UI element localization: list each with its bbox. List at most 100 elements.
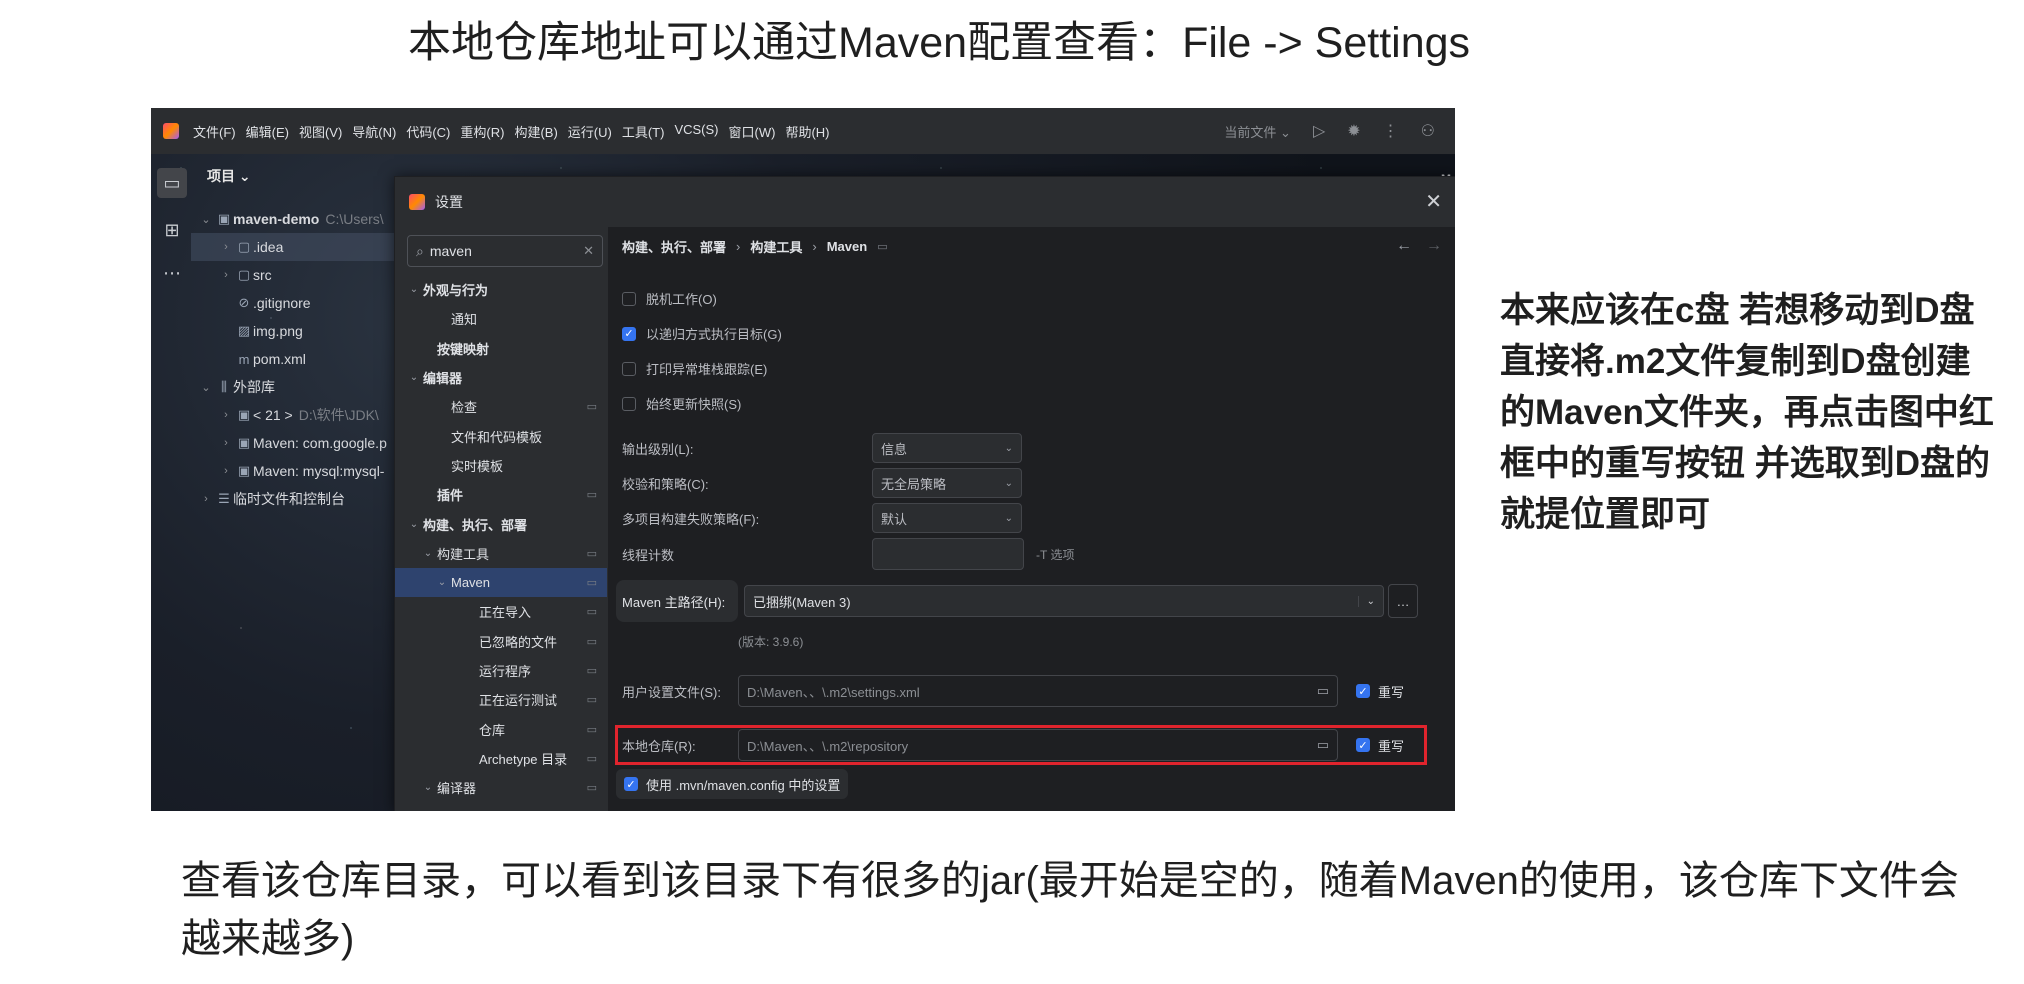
tree-item-path: D:\软件\JDK\ xyxy=(298,407,379,423)
chevron-right-icon[interactable]: › xyxy=(217,465,235,477)
settings-nav-item[interactable]: ⌄ 外观与行为 xyxy=(395,275,607,304)
chevron-right-icon[interactable]: › xyxy=(217,241,235,253)
settings-nav-item[interactable]: ⌄ 构建工具 ▭ xyxy=(395,539,607,568)
chevron-right-icon[interactable]: › xyxy=(217,269,235,281)
clear-search-icon[interactable]: ✕ xyxy=(583,243,594,259)
chevron-right-icon[interactable]: › xyxy=(217,409,235,421)
settings-nav-item[interactable]: ⌄ 编译器 ▭ xyxy=(395,773,607,802)
settings-nav-item[interactable]: ⌄ 构建、执行、部署 xyxy=(395,509,607,538)
forward-arrow-icon[interactable]: → xyxy=(1426,237,1442,255)
settings-sidebar: ⌕ maven ✕ ⌄ 外观与行为 通知 按键映射 ⌄ 编辑器 检查 ▭ 文件和代码模板 实时模板… xyxy=(395,227,607,811)
user-settings-path-input[interactable]: D:\Maven、、\.m2\settings.xml ▭ xyxy=(738,675,1338,707)
library-icon: ⫼ xyxy=(221,379,227,394)
project-scope-icon: ▭ xyxy=(586,606,597,619)
menu-item[interactable]: 构建(B) xyxy=(514,122,557,141)
menu-item[interactable]: 代码(C) xyxy=(406,122,450,141)
checkbox[interactable] xyxy=(622,361,636,376)
main-menu: 文件(F) 编辑(E) 视图(V) 导航(N) 代码(C) 重构(R) 构建(B) 运行(U)… xyxy=(193,122,829,141)
mvn-config-checkbox[interactable]: ✓ xyxy=(624,777,638,791)
run-config-dropdown[interactable]: 当前文件 ⌄ xyxy=(1224,122,1291,141)
checkbox-option[interactable]: 打印异常堆栈跟踪(E) xyxy=(622,351,1442,386)
multiproject-fail-select[interactable]: 默认 ⌄ xyxy=(872,503,1022,533)
settings-nav-item[interactable]: 通知 xyxy=(395,304,607,333)
settings-nav-item[interactable]: 仓库 ▭ xyxy=(395,714,607,743)
menu-item[interactable]: VCS(S) xyxy=(674,122,718,141)
settings-nav-item[interactable]: 正在导入 ▭ xyxy=(395,597,607,626)
chevron-right-icon[interactable]: › xyxy=(197,493,215,505)
checkbox[interactable]: ✓ xyxy=(622,326,636,341)
bottom-text: 查看该仓库目录，可以看到该目录下有很多的jar(最开始是空的，随着Maven的使… xyxy=(181,859,1959,961)
override-user-settings-checkbox[interactable]: ✓ xyxy=(1356,684,1370,698)
settings-nav-item[interactable]: 正在运行测试 ▭ xyxy=(395,685,607,714)
settings-nav-item[interactable]: 实时模板 xyxy=(395,451,607,480)
menu-item[interactable]: 工具(T) xyxy=(622,122,665,141)
back-arrow-icon[interactable]: ← xyxy=(1396,237,1412,255)
menu-item[interactable]: 运行(U) xyxy=(568,122,612,141)
settings-nav-label: 实时模板 xyxy=(451,458,504,474)
more-icon[interactable]: ⋮ xyxy=(1383,121,1399,141)
chevron-down-icon[interactable]: ⌄ xyxy=(419,782,437,793)
checkbox-label: 打印异常堆栈跟踪(E) xyxy=(646,362,768,377)
checkbox-option[interactable]: 始终更新快照(S) xyxy=(622,386,1442,421)
checksum-policy-select[interactable]: 无全局策略 ⌄ xyxy=(872,468,1022,498)
project-scope-icon: ▭ xyxy=(586,752,597,765)
checkbox[interactable] xyxy=(622,396,636,411)
scratch-icon: ☰ xyxy=(218,491,230,506)
structure-tool-icon[interactable]: ⊞ xyxy=(164,220,179,241)
maven-version: (版本: 3.9.6) xyxy=(738,635,804,649)
menu-item[interactable]: 帮助(H) xyxy=(785,122,829,141)
chevron-down-icon[interactable]: ⌄ xyxy=(405,284,423,295)
tree-item-label: .idea xyxy=(253,239,284,255)
project-panel-title[interactable]: 项目 ⌄ xyxy=(207,166,251,186)
menu-item[interactable]: 视图(V) xyxy=(299,122,342,141)
settings-nav-item[interactable]: 运行程序 ▭ xyxy=(395,656,607,685)
settings-nav-item[interactable]: 按键映射 xyxy=(395,334,607,363)
settings-nav-item[interactable]: 已忽略的文件 ▭ xyxy=(395,627,607,656)
menu-item[interactable]: 重构(R) xyxy=(460,122,504,141)
chevron-right-icon[interactable]: › xyxy=(217,437,235,449)
tree-item-label: < 21 > xyxy=(253,407,293,423)
ide-titlebar: 文件(F) 编辑(E) 视图(V) 导航(N) 代码(C) 重构(R) 构建(B) 运行(U)… xyxy=(151,108,1455,154)
menu-item[interactable]: 导航(N) xyxy=(352,122,396,141)
settings-nav-item[interactable]: 检查 ▭ xyxy=(395,392,607,421)
browse-button[interactable]: … xyxy=(1388,584,1418,618)
settings-nav-item[interactable]: ⌄ 编辑器 xyxy=(395,363,607,392)
checkbox[interactable] xyxy=(622,291,636,306)
output-level-select[interactable]: 信息 ⌄ xyxy=(872,433,1022,463)
chevron-down-icon[interactable]: ⌄ xyxy=(419,548,437,559)
checkbox-option[interactable]: 脱机工作(O) xyxy=(622,281,1442,316)
settings-nav-label: 编辑器 xyxy=(423,371,463,387)
settings-dialog: 设置 ✕ ⌕ maven ✕ ⌄ 外观与行为 通知 按键映射 ⌄ 编辑器 检查 ▭ 文件和代码模… xyxy=(394,176,1455,811)
add-user-icon[interactable]: ⚇ xyxy=(1421,121,1435,141)
project-tool-icon[interactable]: ▭ xyxy=(157,168,187,198)
more-tools-icon[interactable]: ⋯ xyxy=(163,263,181,284)
settings-nav-label: 构建、执行、部署 xyxy=(423,517,528,533)
checkbox-option[interactable]: ✓ 以递归方式执行目标(G) xyxy=(622,316,1442,351)
maven-home-select[interactable]: 已捆绑(Maven 3) ⌄ xyxy=(744,585,1384,617)
settings-search-input[interactable]: ⌕ maven ✕ xyxy=(407,235,603,267)
settings-nav-label: 文件和代码模板 xyxy=(451,429,543,445)
chevron-down-icon[interactable]: ⌄ xyxy=(197,213,215,226)
chevron-down-icon[interactable]: ⌄ xyxy=(197,381,215,394)
settings-nav-item[interactable]: 插件 ▭ xyxy=(395,480,607,509)
menu-item[interactable]: 编辑(E) xyxy=(246,122,289,141)
chevron-down-icon[interactable]: ⌄ xyxy=(405,519,423,530)
chevron-down-icon: ⌄ xyxy=(1004,477,1013,489)
settings-nav-item[interactable]: 文件和代码模板 xyxy=(395,421,607,450)
thread-count-input[interactable] xyxy=(872,538,1024,570)
debug-icon[interactable]: ✹ xyxy=(1347,121,1360,141)
tree-item-path: C:\Users\ xyxy=(325,211,384,227)
settings-nav-item[interactable]: ⌄ Maven ▭ xyxy=(395,567,607,598)
close-icon[interactable]: ✕ xyxy=(1425,189,1442,214)
run-icon[interactable]: ▷ xyxy=(1313,121,1325,141)
chevron-down-icon[interactable]: ⌄ xyxy=(433,577,451,588)
folder-icon[interactable]: ▭ xyxy=(1317,683,1329,699)
menu-item[interactable]: 文件(F) xyxy=(193,122,236,141)
mvn-config-option[interactable]: ✓ 使用 .mvn/maven.config 中的设置 xyxy=(616,769,849,799)
settings-nav-item[interactable]: Archetype 目录 ▭ xyxy=(395,744,607,773)
thread-count-hint: -T 选项 xyxy=(1036,547,1075,562)
checkbox-label: 始终更新快照(S) xyxy=(646,397,742,412)
menu-item[interactable]: 窗口(W) xyxy=(729,122,776,141)
project-scope-icon: ▭ xyxy=(586,547,597,560)
chevron-down-icon[interactable]: ⌄ xyxy=(405,372,423,383)
